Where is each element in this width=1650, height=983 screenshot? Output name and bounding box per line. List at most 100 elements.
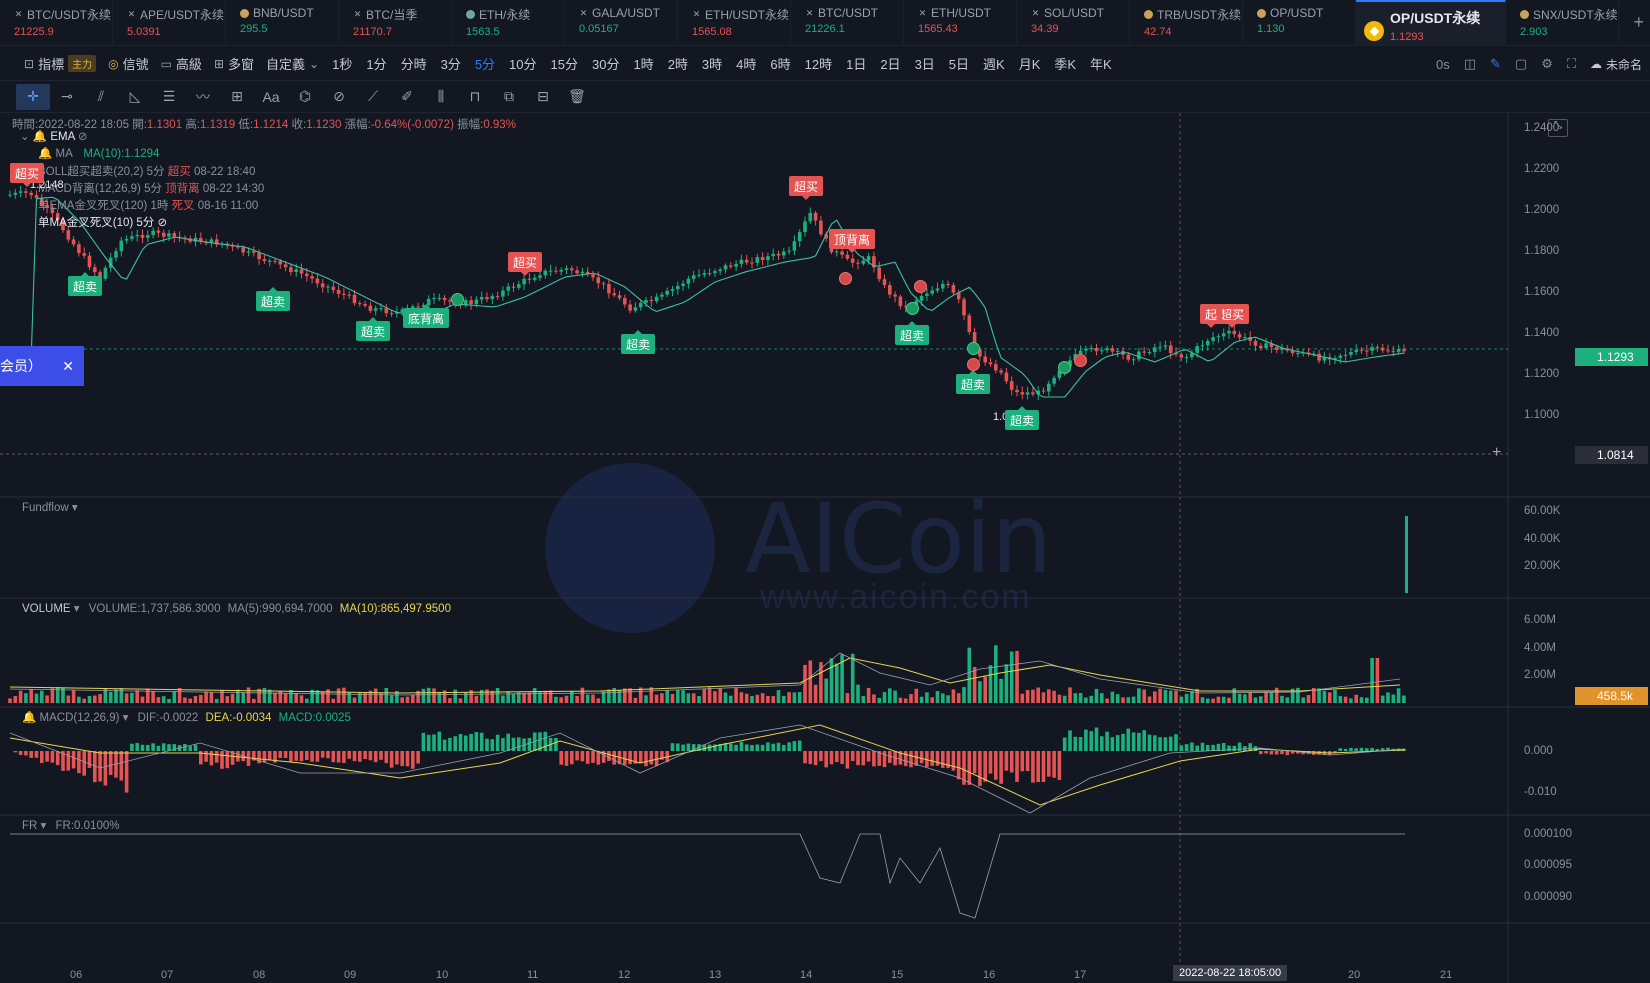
lock-tool-icon[interactable]: ⊓ — [458, 84, 492, 110]
copy-tool-icon[interactable]: ⧉ — [492, 84, 526, 110]
oversold-signal[interactable]: 超卖 — [621, 330, 656, 354]
overbought-signal[interactable]: 起 — [1200, 304, 1223, 328]
symbol-tab[interactable]: SNX/USDT永续 2.903 — [1506, 0, 1619, 46]
overbought-signal[interactable]: 超买 — [10, 163, 45, 187]
add-alert-icon[interactable]: + — [1492, 444, 1501, 462]
oversold-signal[interactable]: 超卖 — [1005, 406, 1040, 430]
interval-option[interactable]: 週K — [976, 54, 1012, 73]
hide-tool-icon[interactable]: ⊘ — [322, 84, 356, 110]
signals-button[interactable]: ◎ 信號 — [102, 54, 155, 73]
fr-pane-label[interactable]: FR ▾ FR:0.0100% — [22, 818, 119, 832]
bell-icon[interactable]: 🔔 — [22, 712, 36, 724]
symbol-tab[interactable]: OP/USDT永续 1.1293 — [1356, 0, 1506, 46]
magnet-tool-icon[interactable]: ⌬ — [288, 84, 322, 110]
symbol-tab[interactable]: ✕ SOL/USDT 34.39 — [1017, 0, 1130, 46]
symbol-tab[interactable]: ✕ BTC/USDT 21226.1 — [791, 0, 904, 46]
sell-marker-dot[interactable] — [914, 280, 927, 293]
interval-option[interactable]: 2時 — [661, 54, 695, 73]
shape-tool-icon[interactable]: ⊞ — [220, 84, 254, 110]
buy-marker-dot[interactable] — [906, 302, 919, 315]
interval-option[interactable]: 年K — [1083, 54, 1119, 73]
fullscreen-icon[interactable]: ⛶ — [1567, 56, 1576, 72]
symbol-tab[interactable]: ✕ APE/USDT永续 5.0391 — [113, 0, 226, 46]
oversold-signal[interactable]: 底背离 — [403, 304, 450, 328]
interval-option[interactable]: 2日 — [873, 54, 907, 73]
interval-option[interactable]: 5日 — [942, 54, 976, 73]
interval-option[interactable]: 季K — [1047, 54, 1083, 73]
interval-option[interactable]: 3分 — [434, 54, 468, 73]
horizontal-line-tool-icon[interactable]: ⊸ — [50, 84, 84, 110]
interval-option[interactable]: 6時 — [763, 54, 797, 73]
advanced-button[interactable]: ▭ 高級 — [155, 54, 208, 73]
symbol-tab[interactable]: ✕ BTC/USDT永续 21225.9 — [0, 0, 113, 46]
oversold-signal[interactable]: 超卖 — [895, 321, 930, 345]
buy-marker-dot[interactable] — [967, 342, 980, 355]
oversold-signal[interactable]: 超卖 — [256, 287, 291, 311]
buy-marker-dot[interactable] — [1058, 361, 1071, 374]
ruler-tool-icon[interactable]: ⟋ — [356, 84, 390, 110]
buy-marker-dot[interactable] — [451, 293, 464, 306]
sell-marker-dot[interactable] — [839, 272, 852, 285]
fib-tool-icon[interactable]: ☰ — [152, 84, 186, 110]
sell-marker-dot[interactable] — [967, 358, 980, 371]
interval-option[interactable]: 月K — [1012, 54, 1048, 73]
interval-option[interactable]: 3時 — [695, 54, 729, 73]
overbought-signal[interactable]: 超买 — [789, 176, 824, 200]
sell-marker-dot[interactable] — [1074, 354, 1087, 367]
crosshair-tool-icon[interactable]: ✛ — [16, 83, 50, 110]
ema-indicator-row[interactable]: ⌄ 🔔 EMA ⊘ — [20, 129, 88, 143]
camera-icon[interactable]: ◫ — [1464, 56, 1476, 72]
symbol-tab[interactable]: OP/USDT 1.130 — [1243, 0, 1356, 46]
bell-icon[interactable]: 🔔 — [33, 131, 47, 143]
fundflow-pane-label[interactable]: Fundflow ▾ — [22, 500, 78, 514]
symbol-tab[interactable]: ✕ ETH/USDT 1565.43 — [904, 0, 1017, 46]
interval-option[interactable]: 1秒 — [325, 54, 359, 73]
oversold-signal[interactable]: 超卖 — [68, 272, 103, 296]
text-tool-icon[interactable]: Aa — [254, 84, 288, 110]
symbol-tab[interactable]: TRB/USDT永续 42.74 — [1130, 0, 1243, 46]
interval-option[interactable]: 分時 — [394, 54, 434, 73]
close-icon[interactable]: ✕ — [62, 358, 74, 375]
main-force-badge[interactable]: 主力 — [68, 55, 97, 72]
settings-icon[interactable]: ⚙ — [1541, 56, 1553, 72]
wave-tool-icon[interactable]: 〰 — [186, 84, 220, 110]
interval-option[interactable]: 12時 — [798, 54, 839, 73]
macd-pane-label[interactable]: 🔔 MACD(12,26,9) ▾ DIF:-0.0022 DEA:-0.003… — [22, 710, 351, 724]
interval-option[interactable]: 4時 — [729, 54, 763, 73]
symbol-tab[interactable]: ✕ ETH/USDT永续 1565.08 — [678, 0, 791, 46]
interval-option[interactable]: 1分 — [359, 54, 393, 73]
trend-line-tool-icon[interactable]: ⫽ — [84, 84, 118, 110]
oversold-signal[interactable]: 超卖 — [956, 370, 991, 394]
add-tab-icon[interactable]: + — [1633, 12, 1644, 33]
edit-tool-icon[interactable]: ⊟ — [526, 84, 560, 110]
interval-option[interactable]: 1時 — [626, 54, 660, 73]
oversold-signal[interactable]: 超卖 — [356, 317, 391, 341]
candle-tool-icon[interactable]: ⫼ — [424, 84, 458, 110]
angle-tool-icon[interactable]: ◺ — [118, 84, 152, 110]
interval-option[interactable]: 3日 — [908, 54, 942, 73]
symbol-tab[interactable]: BNB/USDT 295.5 — [226, 0, 339, 46]
interval-option[interactable]: 10分 — [502, 54, 543, 73]
symbol-tab[interactable]: ✕ BTC/当季 21170.7 — [339, 0, 452, 46]
interval-option[interactable]: 1日 — [839, 54, 873, 73]
eye-hide-icon[interactable]: ⊘ — [158, 217, 168, 229]
cloud-layout-button[interactable]: ☁ 未命名 — [1590, 56, 1642, 73]
vip-banner[interactable]: 会员） ✕ — [0, 346, 84, 386]
multi-window-button[interactable]: ⊞ 多窗 — [208, 54, 260, 73]
chart-area[interactable]: AICoin www.aicoin.com 時間:2022-08-22 18:0… — [0, 113, 1650, 983]
symbol-tab[interactable]: ETH/永续 1563.5 — [452, 0, 565, 46]
volume-pane-label[interactable]: VOLUME ▾ VOLUME:1,737,586.3000 MA(5):990… — [22, 601, 451, 615]
brush-tool-icon[interactable]: ✐ — [390, 84, 424, 110]
collapse-chevron-icon[interactable]: ⌄ — [20, 131, 30, 143]
overbought-signal[interactable]: 顶背离 — [829, 229, 876, 253]
bell-icon[interactable]: 🔔 — [38, 148, 52, 160]
trash-tool-icon[interactable]: 🗑 — [560, 84, 594, 110]
eye-hide-icon[interactable]: ⊘ — [78, 131, 88, 143]
interval-option[interactable]: 15分 — [544, 54, 585, 73]
pen-icon[interactable]: ✎ — [1490, 56, 1501, 72]
symbol-tab[interactable]: ✕ GALA/USDT 0.05167 — [565, 0, 678, 46]
comment-icon[interactable]: ▢ — [1515, 56, 1527, 72]
indicators-button[interactable]: ⊡ 指標 主力 — [18, 54, 102, 73]
interval-option[interactable]: 30分 — [585, 54, 626, 73]
overbought-signal[interactable]: 超买 — [508, 252, 543, 276]
